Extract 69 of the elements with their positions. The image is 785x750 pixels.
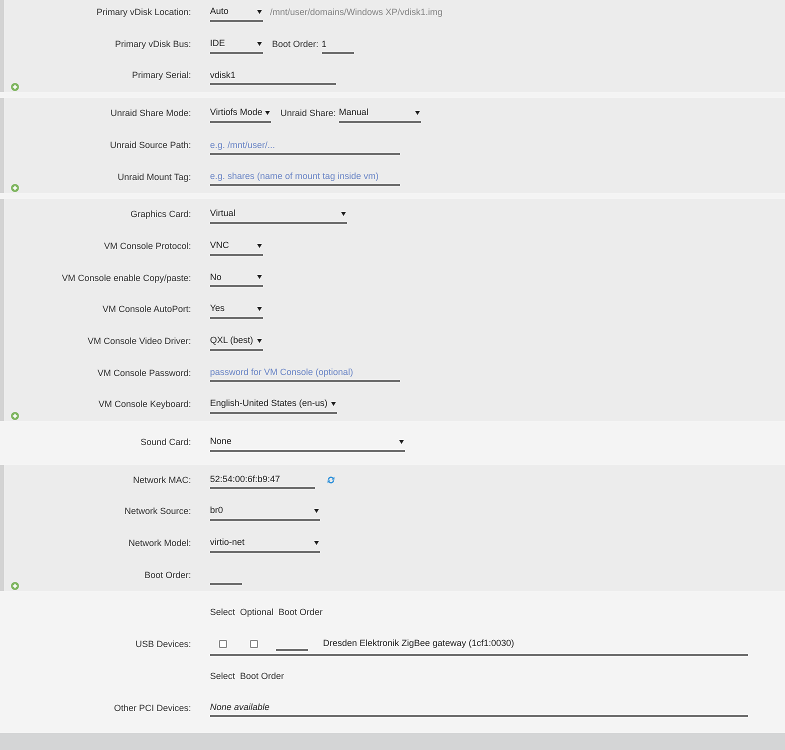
plus-icon[interactable]	[11, 412, 19, 420]
field-label: Unraid Mount Tag:	[118, 170, 191, 184]
text-field[interactable]: e.g. /mnt/user/...	[210, 136, 400, 155]
field-label: Sound Card:	[140, 436, 191, 450]
caret-icon	[330, 402, 336, 406]
field-label: Other PCI Devices:	[114, 702, 191, 715]
caret-icon	[257, 244, 262, 248]
text-field[interactable]: e.g. shares (name of mount tag inside vm)	[210, 168, 400, 186]
column-heading: Boot Order	[240, 670, 284, 683]
dropdown[interactable]: English-United States (en-us)	[210, 396, 337, 414]
dropdown[interactable]: virtio-net	[210, 534, 320, 553]
field-label: Network Source:	[124, 505, 191, 518]
dropdown[interactable]: QXL (best)	[210, 332, 263, 351]
dropdown[interactable]: No	[210, 269, 263, 288]
column-heading: Select	[210, 606, 236, 620]
field-label: Boot Order:	[272, 38, 319, 51]
field-label: VM Console Password:	[97, 366, 191, 380]
dropdown[interactable]: br0	[210, 503, 320, 522]
field-label: VM Console Keyboard:	[98, 398, 191, 412]
caret-icon	[341, 212, 346, 216]
field-label: Primary vDisk Bus:	[114, 38, 191, 51]
dropdown[interactable]: Virtual	[210, 206, 347, 224]
field-label: Unraid Share Mode:	[110, 107, 191, 120]
caret-icon	[314, 540, 319, 545]
caret-icon	[257, 338, 262, 343]
dropdown[interactable]: None	[210, 434, 405, 452]
caret-icon	[314, 509, 319, 514]
plus-icon[interactable]	[11, 184, 19, 192]
caret-icon	[257, 275, 262, 280]
device-name: Dresden Elektronik ZigBee gateway (1cf1:0030)	[323, 637, 514, 650]
refresh-icon[interactable]	[327, 476, 335, 484]
field-label: VM Console Video Driver:	[88, 334, 191, 348]
dropdown[interactable]: Auto	[210, 4, 263, 22]
dropdown[interactable]: Virtiofs Mode	[210, 104, 272, 123]
column-heading: Boot Order	[278, 606, 323, 620]
plus-icon[interactable]	[11, 582, 19, 590]
dropdown[interactable]: IDE	[210, 36, 263, 54]
checkbox[interactable]	[219, 640, 227, 648]
column-heading: Select	[210, 670, 236, 683]
caret-icon	[257, 10, 262, 14]
field-label: Network Model:	[128, 537, 191, 550]
caret-icon	[414, 110, 420, 115]
device-list-note: None available	[210, 699, 748, 718]
plus-icon[interactable]	[11, 83, 19, 92]
dropdown[interactable]: Yes	[210, 301, 263, 320]
dropdown[interactable]: Manual	[338, 104, 421, 123]
text-field[interactable]: password for VM Console (optional)	[210, 364, 400, 382]
text-field[interactable]: vdisk1	[210, 67, 336, 86]
field-label: Network MAC:	[132, 474, 191, 487]
caret-icon	[265, 110, 270, 115]
field-label: Primary Serial:	[132, 69, 191, 82]
field-label: VM Console enable Copy/paste:	[62, 272, 191, 285]
checkbox[interactable]	[250, 640, 258, 648]
field-label: Unraid Source Path:	[110, 138, 191, 152]
column-heading: Optional	[240, 606, 274, 620]
dropdown[interactable]: VNC	[210, 238, 263, 256]
text-field[interactable]: 52:54:00:6f:b9:47	[210, 471, 315, 490]
field-label: VM Console AutoPort:	[102, 303, 191, 316]
text-field[interactable]: 1	[322, 36, 354, 54]
path-hint: /mnt/user/domains/Windows XP/vdisk1.img	[270, 6, 443, 20]
field-label: Graphics Card:	[130, 208, 191, 222]
field-label: Boot Order:	[144, 568, 191, 582]
field-label: Primary vDisk Location:	[96, 6, 191, 20]
caret-icon	[257, 42, 262, 46]
caret-icon	[399, 440, 404, 444]
caret-icon	[257, 307, 262, 312]
field-label: VM Console Protocol:	[104, 240, 191, 253]
field-label: Unraid Share:	[280, 107, 336, 120]
field-label: USB Devices:	[135, 638, 191, 652]
